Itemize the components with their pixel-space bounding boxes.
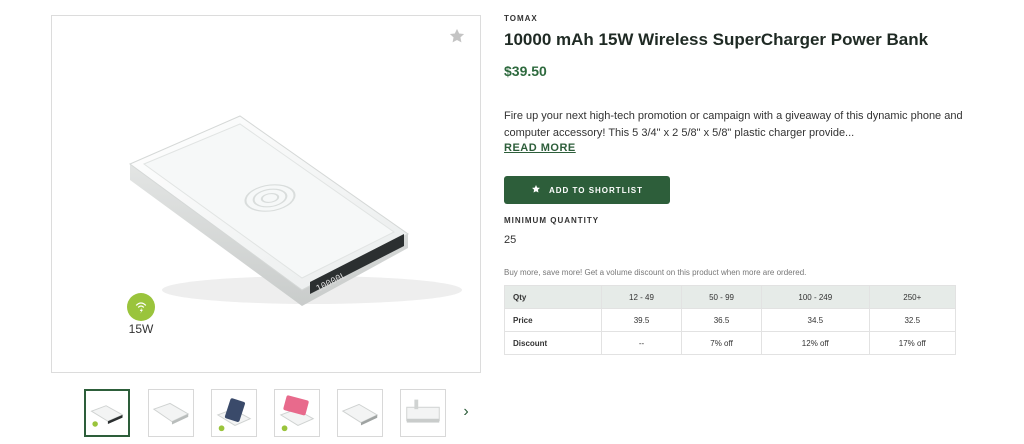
chevron-right-icon[interactable]: › bbox=[458, 402, 474, 422]
pricing-cell: 36.5 bbox=[681, 308, 763, 332]
pricing-cell: 32.5 bbox=[868, 308, 957, 332]
thumbnail-1[interactable] bbox=[84, 389, 130, 437]
pricing-cell: Discount bbox=[504, 331, 602, 355]
pricing-cell: -- bbox=[600, 331, 683, 355]
volume-discount-note: Buy more, save more! Get a volume discou… bbox=[504, 268, 807, 277]
pricing-header-cell: 50 - 99 bbox=[681, 285, 763, 309]
pricing-cell: Price bbox=[504, 308, 602, 332]
pricing-table: Qty 12 - 49 50 - 99 100 - 249 250+ Price… bbox=[504, 285, 957, 355]
favorite-star-icon[interactable] bbox=[448, 27, 466, 45]
main-product-image[interactable]: 10000L 15W bbox=[51, 15, 481, 373]
product-price: $39.50 bbox=[504, 63, 547, 79]
minimum-quantity-value: 25 bbox=[504, 234, 517, 246]
thumbnail-3[interactable] bbox=[211, 389, 257, 437]
thumbnail-4[interactable] bbox=[274, 389, 320, 437]
pricing-header-row: Qty 12 - 49 50 - 99 100 - 249 250+ bbox=[504, 285, 957, 309]
pricing-header-cell: 100 - 249 bbox=[761, 285, 870, 309]
wattage-badge-label: 15W bbox=[128, 322, 154, 336]
thumbnail-strip: › bbox=[84, 389, 484, 437]
star-icon bbox=[531, 184, 541, 196]
thumbnail-5[interactable] bbox=[337, 389, 383, 437]
add-to-shortlist-label: ADD TO SHORTLIST bbox=[548, 185, 644, 195]
thumbnail-6[interactable] bbox=[400, 389, 446, 437]
pricing-cell: 7% off bbox=[681, 331, 763, 355]
add-to-shortlist-button[interactable]: ADD TO SHORTLIST bbox=[504, 176, 670, 204]
pricing-header-cell: Qty bbox=[504, 285, 602, 309]
power-bank-image: 10000L bbox=[129, 115, 462, 306]
pricing-cell: 17% off bbox=[868, 331, 957, 355]
pricing-header-cell: 12 - 49 bbox=[600, 285, 683, 309]
product-description: Fire up your next high-tech promotion or… bbox=[504, 110, 963, 139]
read-more-link[interactable]: READ MORE bbox=[504, 142, 576, 154]
pricing-cell: 34.5 bbox=[761, 308, 870, 332]
wireless-charging-icon bbox=[127, 293, 155, 321]
table-row: Discount -- 7% off 12% off 17% off bbox=[504, 331, 957, 355]
thumbnail-2[interactable] bbox=[148, 389, 194, 437]
pricing-cell: 39.5 bbox=[600, 308, 683, 332]
pricing-cell: 12% off bbox=[761, 331, 870, 355]
brand-name: TOMAX bbox=[504, 14, 538, 23]
product-title: 10000 mAh 15W Wireless SuperCharger Powe… bbox=[504, 30, 929, 49]
minimum-quantity-label: MINIMUM QUANTITY bbox=[504, 216, 600, 225]
table-row: Price 39.5 36.5 34.5 32.5 bbox=[504, 308, 957, 332]
pricing-header-cell: 250+ bbox=[868, 285, 957, 309]
